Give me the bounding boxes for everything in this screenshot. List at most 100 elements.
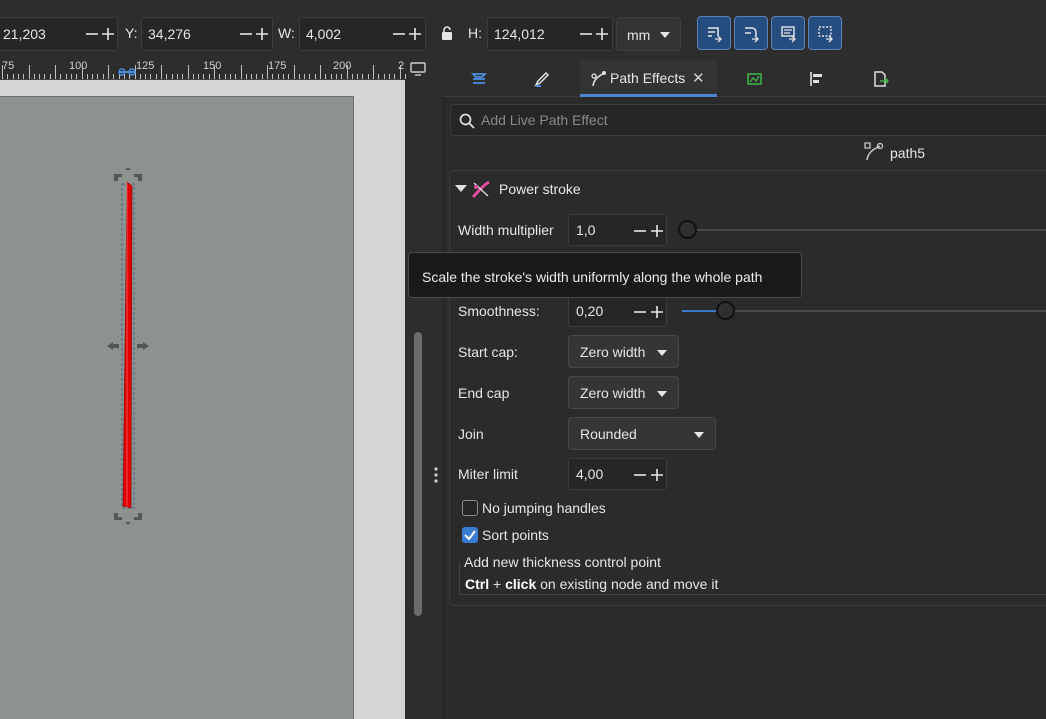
move-patterns-button[interactable] (808, 16, 842, 50)
minus-icon[interactable] (633, 466, 651, 484)
fill-stroke-icon (534, 71, 550, 87)
ruler-tick (240, 65, 242, 79)
smoothness-value: 0,20 (576, 303, 604, 319)
path-effects-tab-label: Path Effects (610, 70, 686, 86)
path-effects-tab[interactable]: Path Effects ✕ (580, 60, 717, 97)
ruler-tick (335, 74, 337, 79)
ruler-tick (182, 74, 184, 79)
miter-limit-input[interactable]: 4,00 (568, 458, 667, 490)
ruler-tick (373, 65, 374, 79)
ruler-tick (256, 74, 258, 79)
ruler-tick (102, 74, 104, 79)
h-field[interactable]: 124,012 (487, 17, 613, 51)
plus-icon[interactable] (650, 466, 668, 484)
lock-icon[interactable] (440, 25, 454, 41)
ruler-tick (351, 74, 353, 79)
ruler-tick (272, 74, 274, 79)
scale-corners-button[interactable] (734, 16, 768, 50)
ruler-tick (219, 74, 221, 79)
ruler-tick (251, 74, 253, 79)
export-tab[interactable] (867, 60, 901, 97)
align-tab[interactable] (803, 60, 837, 97)
layers-tab[interactable] (463, 60, 497, 97)
ruler-tick (7, 74, 9, 79)
ruler-tick (166, 74, 168, 79)
minus-icon[interactable] (633, 222, 651, 240)
ruler-tick (155, 74, 157, 79)
power-stroke-icon (471, 180, 490, 199)
search-input[interactable]: Add Live Path Effect (450, 104, 1046, 136)
no-jumping-handles-checkbox[interactable] (462, 500, 478, 516)
ruler-tick (55, 65, 56, 79)
miter-limit-label: Miter limit (458, 466, 518, 482)
join-label: Join (458, 426, 484, 442)
ruler-tick (97, 74, 99, 79)
x-field[interactable]: 21,203 (0, 17, 118, 51)
join-dropdown[interactable]: Rounded (568, 417, 716, 450)
drawing-canvas[interactable] (0, 80, 405, 719)
plus-icon[interactable] (408, 25, 426, 43)
move-patterns-icon (818, 26, 833, 43)
plus-icon[interactable] (650, 303, 668, 321)
ruler-tick (198, 74, 200, 79)
ruler-tick (309, 74, 311, 79)
ruler-tick (383, 74, 385, 79)
ruler-tick (12, 74, 14, 79)
chevron-down-icon (660, 32, 670, 38)
sort-points-checkbox[interactable] (462, 527, 478, 543)
ruler-tick (208, 74, 210, 79)
display-mode-icon[interactable] (410, 62, 426, 76)
y-field[interactable]: 34,276 (141, 17, 273, 51)
ruler-tick (192, 74, 194, 79)
ruler-tick (404, 74, 406, 79)
hint-plus: + (489, 576, 506, 592)
start-cap-dropdown[interactable]: Zero width (568, 335, 679, 368)
end-cap-dropdown[interactable]: Zero width (568, 376, 679, 409)
scale-corners-icon (745, 27, 759, 43)
panel-resize-handle[interactable] (432, 466, 440, 484)
ruler-tick (176, 74, 178, 79)
w-field[interactable]: 4,002 (299, 17, 426, 51)
ruler-tick (367, 74, 369, 79)
ruler-tick (320, 65, 321, 79)
width-multiplier-track[interactable] (682, 229, 1046, 231)
ruler-tick (139, 74, 141, 79)
ruler-tick (203, 74, 205, 79)
no-jumping-handles-label: No jumping handles (482, 500, 606, 516)
effect-title: Power stroke (499, 181, 581, 197)
hint-title: Add new thickness control point (464, 554, 665, 570)
minus-icon[interactable] (633, 303, 651, 321)
export-image-tab[interactable] (741, 60, 775, 97)
ruler-tick (49, 74, 51, 79)
plus-icon[interactable] (595, 25, 613, 43)
ruler-tick (150, 74, 152, 79)
plus-icon[interactable] (650, 222, 668, 240)
h-value: 124,012 (494, 26, 545, 42)
fill-stroke-tab[interactable] (525, 60, 559, 97)
width-multiplier-slider-knob[interactable] (678, 220, 697, 239)
smoothness-track[interactable] (682, 310, 1046, 312)
ruler-tick (298, 74, 300, 79)
move-gradients-button[interactable] (771, 16, 805, 50)
expand-triangle-icon[interactable] (455, 185, 467, 192)
scale-stroke-button[interactable] (697, 16, 731, 50)
plus-icon[interactable] (255, 25, 273, 43)
selected-path[interactable] (100, 168, 156, 528)
width-multiplier-input[interactable]: 1,0 (568, 214, 667, 246)
ruler-tick (341, 74, 343, 79)
canvas-scrollbar-track[interactable] (405, 80, 443, 719)
ruler-tick (76, 74, 78, 79)
w-value: 4,002 (306, 26, 342, 42)
canvas-scrollbar-thumb[interactable] (414, 332, 422, 616)
smoothness-input[interactable]: 0,20 (568, 295, 667, 327)
plus-icon[interactable] (101, 25, 119, 43)
ruler-tick (23, 74, 25, 79)
ruler-tick (346, 65, 348, 79)
ruler-tick (33, 74, 35, 79)
ruler-tick (245, 74, 247, 79)
sort-points-label: Sort points (482, 527, 549, 543)
unit-dropdown[interactable]: mm (616, 17, 681, 51)
start-cap-label: Start cap: (458, 344, 518, 360)
close-icon[interactable]: ✕ (692, 69, 705, 87)
ruler-tick (330, 74, 332, 79)
